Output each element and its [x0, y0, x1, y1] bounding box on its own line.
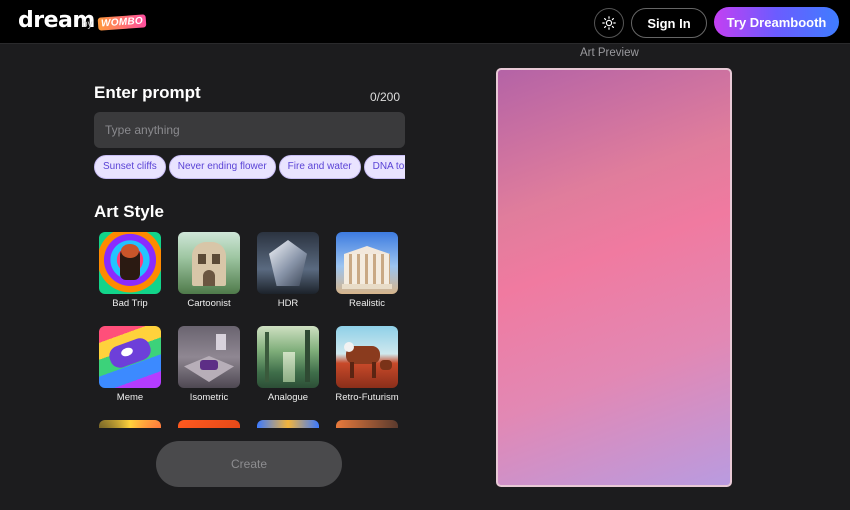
- sign-in-button[interactable]: Sign In: [631, 8, 707, 38]
- style-tile-partial[interactable]: [332, 420, 402, 428]
- style-tile-realistic[interactable]: Realistic: [332, 232, 402, 309]
- style-tile-hdr[interactable]: HDR: [253, 232, 323, 309]
- theme-toggle-button[interactable]: [594, 8, 624, 38]
- style-thumbnail: [99, 420, 161, 428]
- style-label: Analogue: [267, 392, 309, 403]
- style-thumbnail: [336, 232, 398, 294]
- art-style-grid: Bad Trip Cartoonist HDR Realistic Meme I…: [94, 232, 414, 428]
- suggestion-chip[interactable]: Never ending flower: [168, 155, 276, 179]
- art-preview-label: Art Preview: [580, 47, 639, 59]
- style-tile-meme[interactable]: Meme: [95, 326, 165, 403]
- suggestion-chip[interactable]: Fire and water: [278, 155, 361, 179]
- style-thumbnail: [178, 232, 240, 294]
- character-counter: 0/200: [370, 90, 401, 104]
- style-thumbnail: [336, 326, 398, 388]
- style-tile-analogue[interactable]: Analogue: [253, 326, 323, 403]
- style-label: Cartoonist: [187, 298, 231, 309]
- prompt-title: Enter prompt: [94, 83, 201, 102]
- style-tile-partial[interactable]: [174, 420, 244, 428]
- suggestion-chip[interactable]: DNA tornado: [363, 155, 405, 179]
- art-preview-canvas: [496, 68, 732, 487]
- style-label: Realistic: [349, 298, 385, 309]
- style-thumbnail: [257, 232, 319, 294]
- style-thumbnail: [336, 420, 398, 428]
- style-tile-isometric[interactable]: Isometric: [174, 326, 244, 403]
- style-thumbnail: [178, 420, 240, 428]
- style-label: Bad Trip: [112, 298, 148, 309]
- style-thumbnail: [257, 326, 319, 388]
- style-tile-bad-trip[interactable]: Bad Trip: [95, 232, 165, 309]
- style-tile-cartoonist[interactable]: Cartoonist: [174, 232, 244, 309]
- style-thumbnail: [99, 326, 161, 388]
- style-tile-retro-futurism[interactable]: Retro-Futurism: [332, 326, 402, 403]
- style-thumbnail: [99, 232, 161, 294]
- suggestion-chip[interactable]: Sunset cliffs: [94, 155, 166, 179]
- style-tile-partial[interactable]: [253, 420, 323, 428]
- style-label: Retro-Futurism: [335, 392, 399, 403]
- suggestion-chips: Sunset cliffs Never ending flower Fire and…: [94, 155, 405, 180]
- by-text: by: [82, 19, 93, 30]
- try-dreambooth-button[interactable]: Try Dreambooth: [714, 7, 839, 37]
- style-tile-partial[interactable]: [95, 420, 165, 428]
- wombo-logo: WOMBO: [97, 14, 147, 31]
- style-label: Isometric: [189, 392, 229, 403]
- style-thumbnail: [257, 420, 319, 428]
- prompt-input[interactable]: [94, 112, 405, 148]
- art-style-title: Art Style: [94, 202, 164, 221]
- sun-icon: [602, 16, 616, 30]
- top-bar: dream by WOMBO Sign In Try Dreambooth: [0, 0, 850, 44]
- style-label: HDR: [277, 298, 299, 309]
- style-label: Meme: [116, 392, 144, 403]
- style-thumbnail: [178, 326, 240, 388]
- create-button[interactable]: Create: [156, 441, 342, 487]
